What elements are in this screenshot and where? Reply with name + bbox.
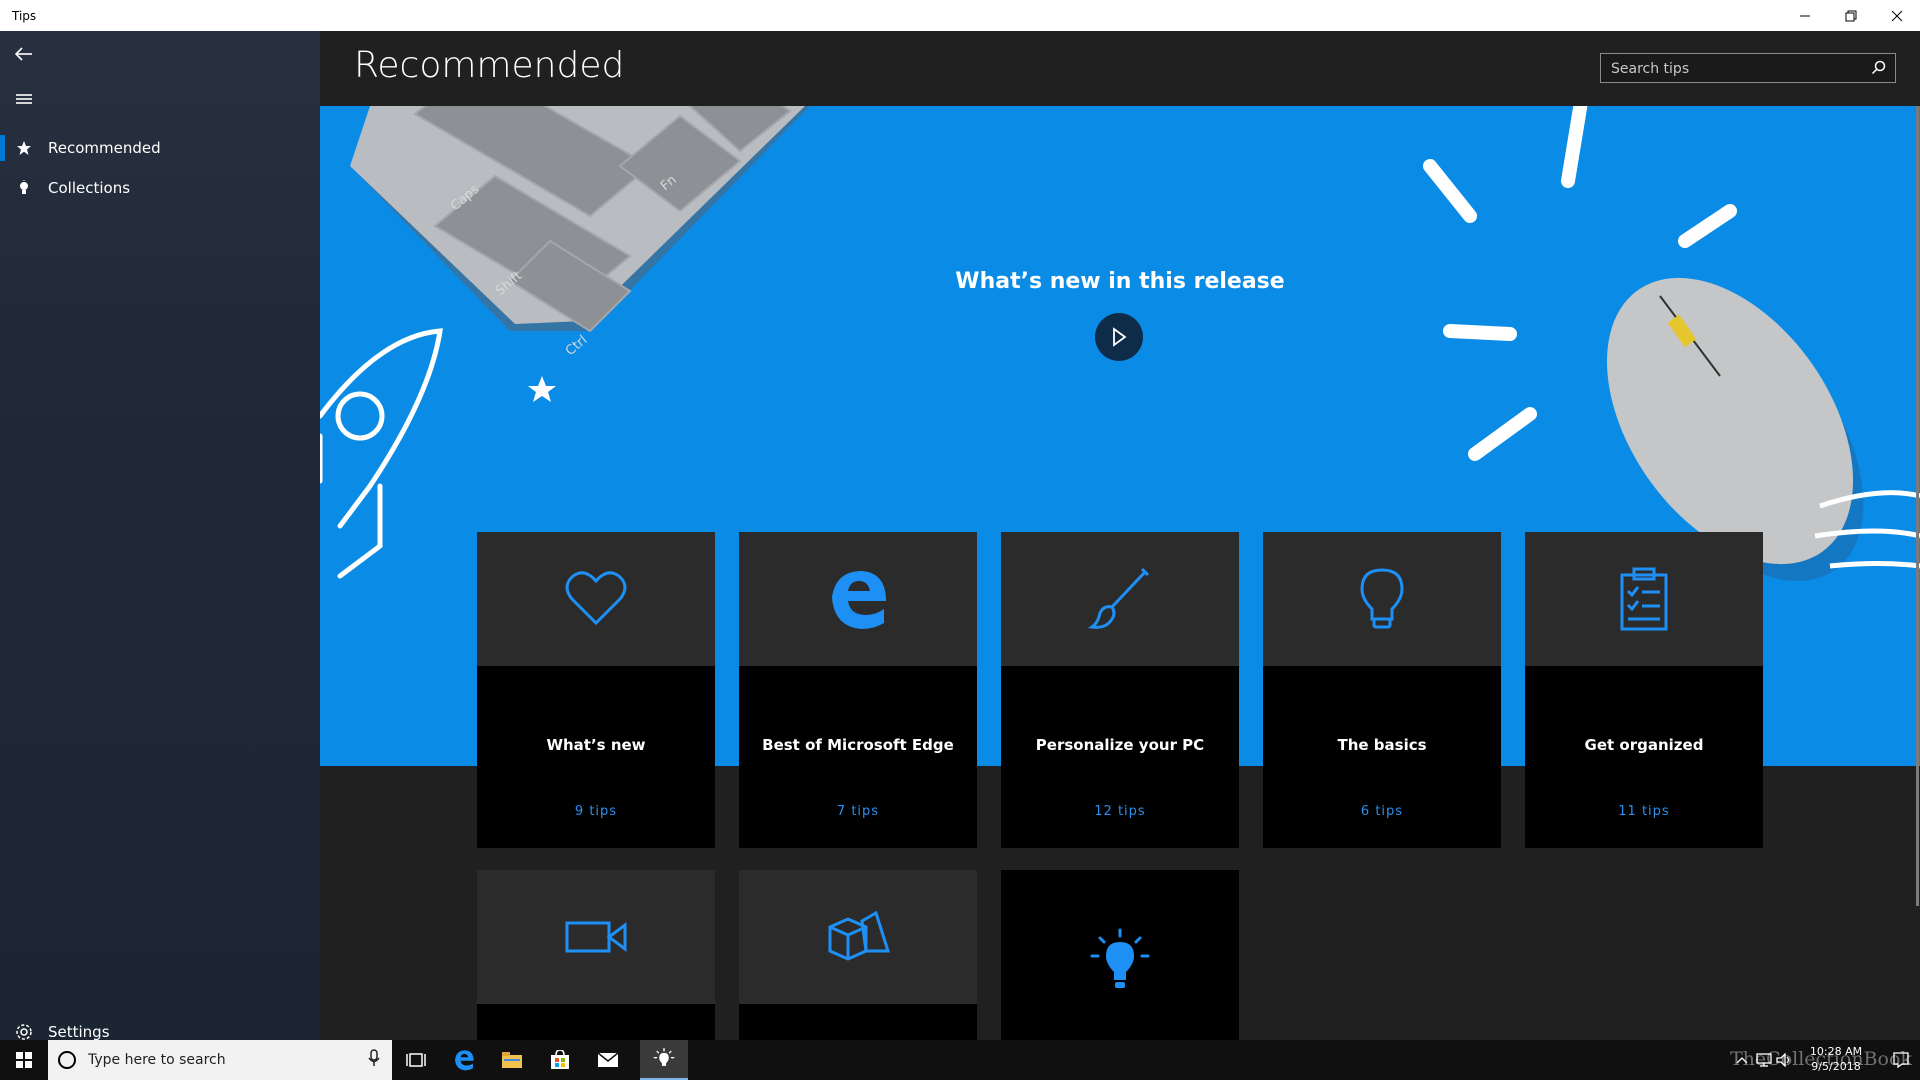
- taskbar-search-placeholder: Type here to search: [88, 1052, 226, 1068]
- taskbar-tips-button[interactable]: [640, 1040, 688, 1080]
- clock[interactable]: 10:28 AM 9/5/2018: [1792, 1044, 1880, 1074]
- 3d-shapes-icon: [828, 911, 890, 961]
- card-title: Personalize your PC: [1035, 736, 1205, 754]
- clock-time: 10:28 AM: [1809, 1045, 1863, 1058]
- scrollbar[interactable]: [1916, 106, 1919, 906]
- search-box[interactable]: [1600, 53, 1896, 84]
- microphone-icon[interactable]: [368, 1049, 380, 1071]
- back-button[interactable]: [12, 42, 36, 66]
- card-title: Best of Microsoft Edge: [762, 736, 954, 754]
- search-icon[interactable]: [1871, 60, 1887, 80]
- search-input[interactable]: [1601, 54, 1873, 84]
- play-button[interactable]: [1095, 313, 1143, 361]
- sidebar-item-label: Collections: [48, 179, 131, 197]
- minimize-button[interactable]: [1782, 0, 1828, 31]
- edge-icon: [832, 571, 886, 629]
- cortana-icon: [58, 1051, 76, 1069]
- start-button[interactable]: [0, 1040, 48, 1080]
- lightbulb-icon: [1360, 568, 1404, 629]
- sidebar-item-label: Recommended: [48, 139, 161, 157]
- collection-card-whats-new[interactable]: What’s new 9 tips: [477, 532, 715, 848]
- windows-logo-icon: [16, 1052, 32, 1068]
- sidebar-item-collections[interactable]: Collections: [0, 168, 320, 208]
- collection-card-basics[interactable]: The basics 6 tips: [1263, 532, 1501, 848]
- collection-card-personalize[interactable]: Personalize your PC 12 tips: [1001, 532, 1239, 848]
- taskbar-mail-button[interactable]: [584, 1040, 632, 1080]
- chevron-up-icon: [1736, 1057, 1748, 1064]
- card-title: Get organized: [1584, 736, 1704, 754]
- back-arrow-icon: [15, 47, 32, 61]
- edge-icon: [455, 1050, 474, 1071]
- card-tip-count: 9 tips: [574, 804, 618, 819]
- paintbrush-icon: [1088, 567, 1150, 629]
- network-icon: [1756, 1053, 1772, 1067]
- app-title: Tips: [12, 8, 37, 23]
- folder-icon: [502, 1052, 522, 1068]
- clock-date: 9/5/2018: [1811, 1060, 1861, 1073]
- star-icon: [12, 140, 36, 156]
- card-tip-count: 12 tips: [1094, 804, 1146, 819]
- play-icon: [1113, 327, 1127, 347]
- page-title: Recommended: [354, 45, 625, 86]
- taskbar-edge-button[interactable]: [440, 1040, 488, 1080]
- taskbar-search-box[interactable]: Type here to search: [48, 1040, 392, 1080]
- card-tip-count: 6 tips: [1360, 804, 1404, 819]
- restore-button[interactable]: [1828, 0, 1874, 31]
- speaker-icon: [1776, 1053, 1790, 1067]
- minimize-icon: [1800, 15, 1810, 16]
- lightbulb-glow-icon: [653, 1048, 675, 1066]
- taskbar: Type here to search TheCollectionBook 10…: [0, 1040, 1920, 1080]
- store-icon: [551, 1050, 569, 1069]
- lightbulb-glow-icon: [1090, 928, 1150, 988]
- heart-icon: [565, 571, 627, 626]
- network-button[interactable]: [1754, 1040, 1774, 1080]
- hamburger-icon: [16, 94, 32, 104]
- gear-icon: [12, 1023, 36, 1041]
- collection-card-get-organized[interactable]: Get organized 11 tips: [1525, 532, 1763, 848]
- collection-card-3d[interactable]: [739, 870, 977, 1040]
- collection-card-tips[interactable]: [1001, 870, 1239, 1040]
- taskbar-store-button[interactable]: [536, 1040, 584, 1080]
- close-button[interactable]: [1874, 0, 1920, 31]
- show-hidden-icons-button[interactable]: [1730, 1040, 1754, 1080]
- main-content: Recommended Caps Shift Ctrl: [320, 31, 1920, 1040]
- notification-icon: [1893, 1052, 1909, 1068]
- sidebar: Recommended Collections Settings: [0, 31, 320, 1041]
- hamburger-button[interactable]: [12, 87, 36, 111]
- settings-label: Settings: [48, 1023, 110, 1041]
- volume-button[interactable]: [1774, 1040, 1794, 1080]
- taskbar-file-explorer-button[interactable]: [488, 1040, 536, 1080]
- mail-icon: [597, 1052, 619, 1067]
- action-center-button[interactable]: [1882, 1040, 1920, 1080]
- card-tip-count: 11 tips: [1618, 804, 1670, 819]
- restore-icon: [1845, 10, 1857, 21]
- close-icon: [1891, 10, 1903, 21]
- sidebar-item-recommended[interactable]: Recommended: [0, 128, 320, 168]
- card-title: What’s new: [546, 736, 646, 754]
- lightbulb-icon: [12, 180, 36, 196]
- task-view-icon: [406, 1053, 426, 1067]
- task-view-button[interactable]: [392, 1040, 440, 1080]
- title-bar: Tips: [0, 0, 1920, 31]
- collection-card-video[interactable]: [477, 870, 715, 1040]
- keyboard-illustration: Caps Shift Ctrl Fn: [350, 106, 810, 359]
- collection-card-edge[interactable]: Best of Microsoft Edge 7 tips: [739, 532, 977, 848]
- card-tip-count: 7 tips: [836, 804, 880, 819]
- rocket-illustration: [320, 328, 443, 579]
- svg-text:Ctrl: Ctrl: [563, 333, 590, 359]
- video-camera-icon: [565, 921, 627, 953]
- selection-indicator: [0, 135, 5, 161]
- hero-title: What’s new in this release: [955, 269, 1285, 294]
- clipboard-icon: [1620, 567, 1668, 631]
- card-title: The basics: [1337, 736, 1427, 754]
